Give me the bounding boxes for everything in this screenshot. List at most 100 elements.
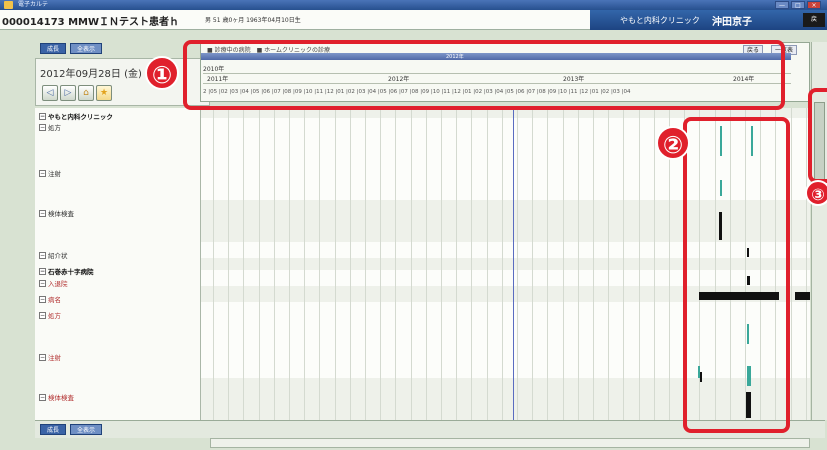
grid-line [425, 108, 427, 420]
grid-line [547, 108, 549, 420]
tree-item-diagnosis[interactable]: − 病名 [39, 294, 61, 304]
collapse-icon[interactable]: − [39, 311, 46, 319]
grid-line [349, 108, 351, 420]
bottom-tab-show-all[interactable]: 全表示 [70, 424, 103, 435]
horizontal-scrollbar[interactable] [210, 438, 810, 448]
close-button[interactable]: × [807, 1, 821, 9]
doctor-name: 沖田京子 [712, 17, 752, 28]
collapse-icon[interactable]: − [39, 169, 46, 177]
grid-line [456, 108, 458, 420]
grid-line [805, 108, 807, 420]
tree-label: 石巻赤十字病院 [48, 268, 94, 276]
collapse-icon[interactable]: − [39, 353, 46, 361]
star-icon[interactable]: ★ [96, 85, 112, 101]
grid-line [213, 108, 214, 420]
tree-label: 入退院 [48, 280, 68, 288]
grid-line [608, 108, 610, 420]
grid-line [517, 108, 518, 420]
tree-item-yamoto-clinic[interactable]: − やもと内科クリニック [39, 111, 113, 121]
grid-line [365, 108, 366, 420]
callout-badge-3: ③ [805, 180, 827, 206]
clinic-header: やもと内科クリニック 沖田京子 戻 [590, 10, 827, 30]
tree-item-lab-test[interactable]: − 検体検査 [39, 208, 74, 218]
grid-line [593, 108, 594, 420]
tree-label: 処方 [48, 124, 61, 132]
app-title: 電子カルテ [18, 1, 49, 8]
home-icon[interactable]: ⌂ [78, 85, 94, 101]
grid-line [623, 108, 625, 420]
collapse-icon[interactable]: − [39, 112, 46, 120]
previous-icon[interactable]: ◁ [42, 85, 58, 101]
bottom-tabs: 成長 全表示 [40, 424, 103, 435]
grid-line [471, 108, 473, 420]
grid-line [243, 108, 245, 420]
callout-badge-1: ① [145, 56, 179, 90]
callout-frame-2 [683, 117, 790, 433]
grid-line [562, 108, 564, 420]
callout-badge-2: ② [656, 126, 690, 160]
tab-growth[interactable]: 成長 [40, 43, 67, 54]
tree-label: 病名 [48, 296, 61, 304]
minimize-button[interactable]: — [775, 1, 789, 9]
grid-line [653, 108, 655, 420]
tree-item-prescription[interactable]: − 処方 [39, 122, 61, 132]
tree-label: 紹介状 [48, 252, 68, 260]
callout-frame-3 [808, 88, 827, 183]
grid-line [638, 108, 640, 420]
top-tabs: 成長 全表示 [40, 43, 103, 54]
grid-line [319, 108, 321, 420]
tree-label: 処方 [48, 312, 61, 320]
tree-label: 注射 [48, 354, 61, 362]
collapse-icon[interactable]: − [39, 251, 46, 259]
back-button[interactable]: 戻 [803, 13, 825, 27]
collapse-icon[interactable]: − [39, 295, 46, 303]
category-tree: − やもと内科クリニック − 処方 − 注射 − 検体検査 − 紹介状 − 石巻赤十字病院 … [35, 108, 201, 420]
grid-line [441, 108, 442, 420]
date-navigation: ◁ ▷ ⌂ ★ [42, 85, 112, 101]
tab-show-all[interactable]: 全表示 [70, 43, 103, 54]
grid-line [334, 108, 336, 420]
callout-frame-1 [183, 40, 785, 110]
grid-line [532, 108, 534, 420]
window-controls: — □ × [775, 1, 821, 9]
tree-item-hospital-lab-test[interactable]: − 検体検査 [39, 392, 74, 402]
grid-line [790, 108, 792, 420]
tree-label: やもと内科クリニック [48, 113, 113, 121]
grid-line [289, 108, 290, 420]
grid-line [273, 108, 275, 420]
patient-id-name: 000014173 MMWＩＮテスト患者ｈ [2, 17, 180, 28]
tree-item-admission[interactable]: − 入退院 [39, 278, 68, 288]
grid-line [380, 108, 382, 420]
collapse-icon[interactable]: − [39, 279, 46, 287]
current-date-marker [513, 108, 514, 420]
bottom-tab-growth[interactable]: 成長 [40, 424, 67, 435]
grid-line [410, 108, 412, 420]
next-icon[interactable]: ▷ [60, 85, 76, 101]
grid-line [486, 108, 488, 420]
maximize-button[interactable]: □ [791, 1, 805, 9]
event-bar[interactable] [795, 292, 810, 300]
app-icon [4, 1, 13, 9]
tree-item-ishinomaki-hospital[interactable]: − 石巻赤十字病院 [39, 266, 94, 276]
patient-info: 男 51 歳0ヶ月 1963年04月10日生 [205, 17, 301, 24]
grid-line [395, 108, 397, 420]
grid-line [258, 108, 260, 420]
tree-item-referral[interactable]: − 紹介状 [39, 250, 68, 260]
collapse-icon[interactable]: − [39, 393, 46, 401]
tree-label: 検体検査 [48, 394, 74, 402]
collapse-icon[interactable]: − [39, 267, 46, 275]
grid-line [304, 108, 306, 420]
tree-label: 検体検査 [48, 210, 74, 218]
clinic-name: やもと内科クリニック [620, 16, 700, 25]
tree-label: 注射 [48, 170, 61, 178]
tree-item-hospital-prescription[interactable]: − 処方 [39, 310, 61, 320]
collapse-icon[interactable]: − [39, 123, 46, 131]
grid-line [228, 108, 230, 420]
current-date: 2012年09月28日 (金) [40, 69, 142, 80]
window-titlebar: 電子カルテ — □ × [0, 0, 827, 10]
tree-item-hospital-injection[interactable]: − 注射 [39, 352, 61, 362]
grid-line [501, 108, 503, 420]
collapse-icon[interactable]: − [39, 209, 46, 217]
app-window: 電子カルテ — □ × 000014173 MMWＩＮテスト患者ｈ 男 51 歳… [0, 0, 827, 450]
tree-item-injection[interactable]: − 注射 [39, 168, 61, 178]
